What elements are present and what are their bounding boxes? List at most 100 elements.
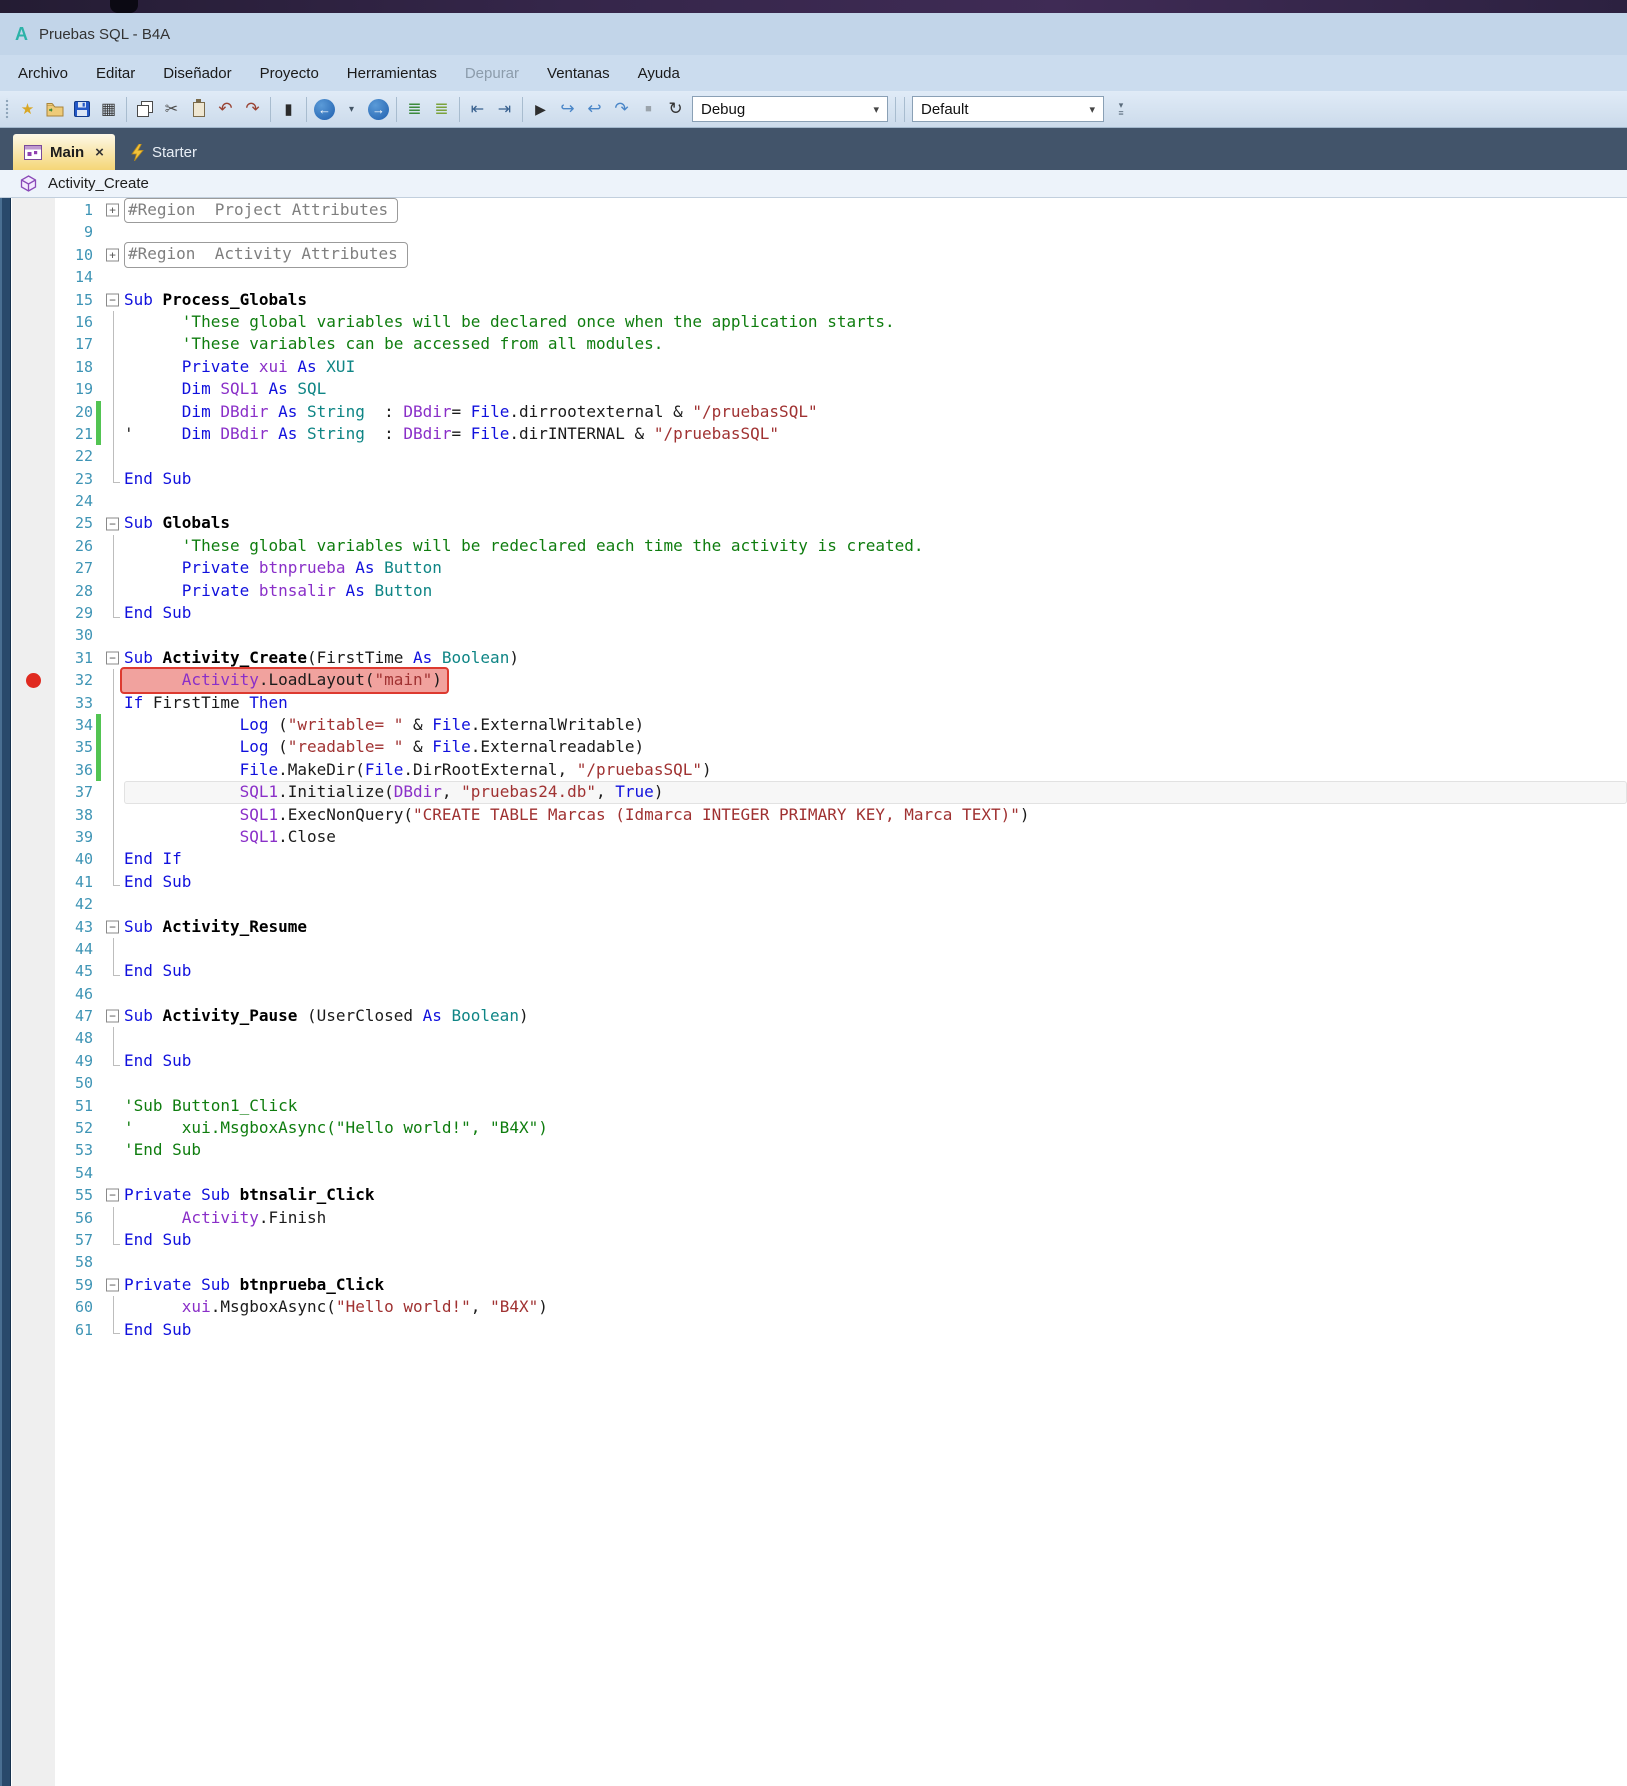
breakpoint-margin-cell[interactable]	[0, 401, 55, 423]
breakpoint-margin-cell[interactable]	[0, 490, 55, 512]
breakpoint-margin-cell[interactable]	[0, 647, 55, 669]
fold-marker[interactable]: −	[104, 1274, 124, 1296]
navigate-back-icon[interactable]: ←	[311, 96, 338, 123]
menu-item-editar[interactable]: Editar	[82, 55, 149, 91]
breakpoint-margin-cell[interactable]	[0, 1072, 55, 1094]
breakpoint-margin-cell[interactable]	[0, 445, 55, 467]
toolbar-grip-handle[interactable]	[4, 98, 10, 120]
code-text[interactable]: SQL1.ExecNonQuery("CREATE TABLE Marcas (…	[124, 804, 1627, 826]
breakpoint-margin-cell[interactable]	[0, 960, 55, 982]
code-text[interactable]: 'These global variables will be redeclar…	[124, 535, 1627, 557]
clean-unused-icon[interactable]: ≣	[428, 96, 455, 123]
menu-item-proyecto[interactable]: Proyecto	[246, 55, 333, 91]
menu-item-depurar[interactable]: Depurar	[451, 55, 533, 91]
code-text[interactable]	[124, 1027, 1627, 1049]
build-config-combobox[interactable]: Default ▾	[912, 96, 1104, 122]
breakpoint-margin-cell[interactable]	[0, 266, 55, 288]
code-text[interactable]: SQL1.Initialize(DBdir, "pruebas24.db", T…	[124, 781, 1627, 803]
breakpoint-margin-cell[interactable]	[0, 602, 55, 624]
breakpoint-margin-cell[interactable]	[0, 244, 55, 266]
cut-icon[interactable]: ✂	[158, 96, 185, 123]
undo-icon[interactable]: ↶	[212, 96, 239, 123]
menu-item-diseñador[interactable]: Diseñador	[149, 55, 245, 91]
code-text[interactable]	[124, 221, 1627, 243]
breakpoint-margin-cell[interactable]	[0, 356, 55, 378]
code-text[interactable]: Dim DBdir As String : DBdir= File.dirroo…	[124, 401, 1627, 423]
breakpoint-margin-cell[interactable]	[0, 468, 55, 490]
resume-icon[interactable]: ↪	[554, 96, 581, 123]
code-text[interactable]: xui.MsgboxAsync("Hello world!", "B4X")	[124, 1296, 1627, 1318]
code-text[interactable]: Private xui As XUI	[124, 356, 1627, 378]
code-text[interactable]: 'End Sub	[124, 1139, 1627, 1161]
code-text[interactable]	[124, 1251, 1627, 1273]
fold-marker[interactable]: +	[104, 244, 124, 266]
breakpoint-margin-cell[interactable]	[0, 535, 55, 557]
breakpoint-margin-cell[interactable]	[0, 221, 55, 243]
breakpoint-margin-cell[interactable]	[0, 1274, 55, 1296]
breakpoint-margin-cell[interactable]	[0, 804, 55, 826]
find-icon[interactable]: ▦	[95, 96, 122, 123]
code-text[interactable]	[124, 445, 1627, 467]
back-history-caret-icon[interactable]: ▾	[338, 96, 365, 123]
breakpoint-margin-cell[interactable]	[0, 1162, 55, 1184]
code-text[interactable]: #Region Project Attributes	[124, 199, 1627, 221]
code-text[interactable]: If FirstTime Then	[124, 692, 1627, 714]
breakpoint-margin-cell[interactable]	[0, 557, 55, 579]
code-text[interactable]	[124, 490, 1627, 512]
code-text[interactable]: Private Sub btnprueba_Click	[124, 1274, 1627, 1296]
restart-icon[interactable]: ↻	[662, 96, 689, 123]
code-text[interactable]: Log ("readable= " & File.Externalreadabl…	[124, 736, 1627, 758]
code-text[interactable]: End Sub	[124, 1319, 1627, 1341]
code-text[interactable]	[124, 1072, 1627, 1094]
code-text[interactable]: ' xui.MsgboxAsync("Hello world!", "B4X")	[124, 1117, 1627, 1139]
uncomment-icon[interactable]: ⇥	[491, 96, 518, 123]
breakpoint-margin-cell[interactable]	[0, 871, 55, 893]
code-text[interactable]: End Sub	[124, 1050, 1627, 1072]
code-text[interactable]	[124, 938, 1627, 960]
breakpoint-margin-cell[interactable]	[0, 423, 55, 445]
navigate-forward-icon[interactable]: →	[365, 96, 392, 123]
code-text[interactable]: End Sub	[124, 602, 1627, 624]
menu-item-ayuda[interactable]: Ayuda	[624, 55, 694, 91]
breakpoint-margin-cell[interactable]	[0, 893, 55, 915]
breakpoint-margin-cell[interactable]	[0, 669, 55, 691]
current-sub-name[interactable]: Activity_Create	[48, 175, 149, 192]
breakpoint-margin-cell[interactable]	[0, 1005, 55, 1027]
code-text[interactable]: Activity.Finish	[124, 1207, 1627, 1229]
code-text[interactable]: Private Sub btnsalir_Click	[124, 1184, 1627, 1206]
open-project-icon[interactable]	[41, 96, 68, 123]
fold-marker[interactable]: −	[104, 289, 124, 311]
code-text[interactable]: Dim SQL1 As SQL	[124, 378, 1627, 400]
fold-marker[interactable]: −	[104, 916, 124, 938]
breakpoint-margin-cell[interactable]	[0, 1296, 55, 1318]
code-text[interactable]: Sub Globals	[124, 512, 1627, 534]
breakpoint-margin-cell[interactable]	[0, 1229, 55, 1251]
breakpoint-margin-cell[interactable]	[0, 1117, 55, 1139]
fold-marker[interactable]: −	[104, 1005, 124, 1027]
paste-icon[interactable]	[185, 96, 212, 123]
breakpoint-margin-cell[interactable]	[0, 736, 55, 758]
code-text[interactable]: End If	[124, 848, 1627, 870]
redo-icon[interactable]: ↷	[239, 96, 266, 123]
reformat-code-icon[interactable]: ≣	[401, 96, 428, 123]
code-text[interactable]	[124, 1162, 1627, 1184]
code-editor[interactable]: 1+#Region Project Attributes910+#Region …	[0, 198, 1627, 1786]
code-text[interactable]: End Sub	[124, 960, 1627, 982]
breakpoint-margin-cell[interactable]	[0, 624, 55, 646]
code-text[interactable]	[124, 893, 1627, 915]
stop-icon[interactable]: ■	[635, 96, 662, 123]
breakpoint-margin-cell[interactable]	[0, 714, 55, 736]
fold-marker[interactable]: −	[104, 647, 124, 669]
breakpoint-margin-cell[interactable]	[0, 1050, 55, 1072]
breakpoint-margin-cell[interactable]	[0, 781, 55, 803]
breakpoint-margin-cell[interactable]	[0, 580, 55, 602]
breakpoint-margin-cell[interactable]	[0, 199, 55, 221]
breakpoint-margin-cell[interactable]	[0, 512, 55, 534]
code-text[interactable]: End Sub	[124, 871, 1627, 893]
chevron-down-icon[interactable]: ▾	[1089, 103, 1095, 116]
breakpoint-icon[interactable]	[26, 673, 41, 688]
bookmark-icon[interactable]: ▮	[275, 96, 302, 123]
breakpoint-margin-cell[interactable]	[0, 916, 55, 938]
breakpoint-margin-cell[interactable]	[0, 1251, 55, 1273]
code-text[interactable]	[124, 266, 1627, 288]
